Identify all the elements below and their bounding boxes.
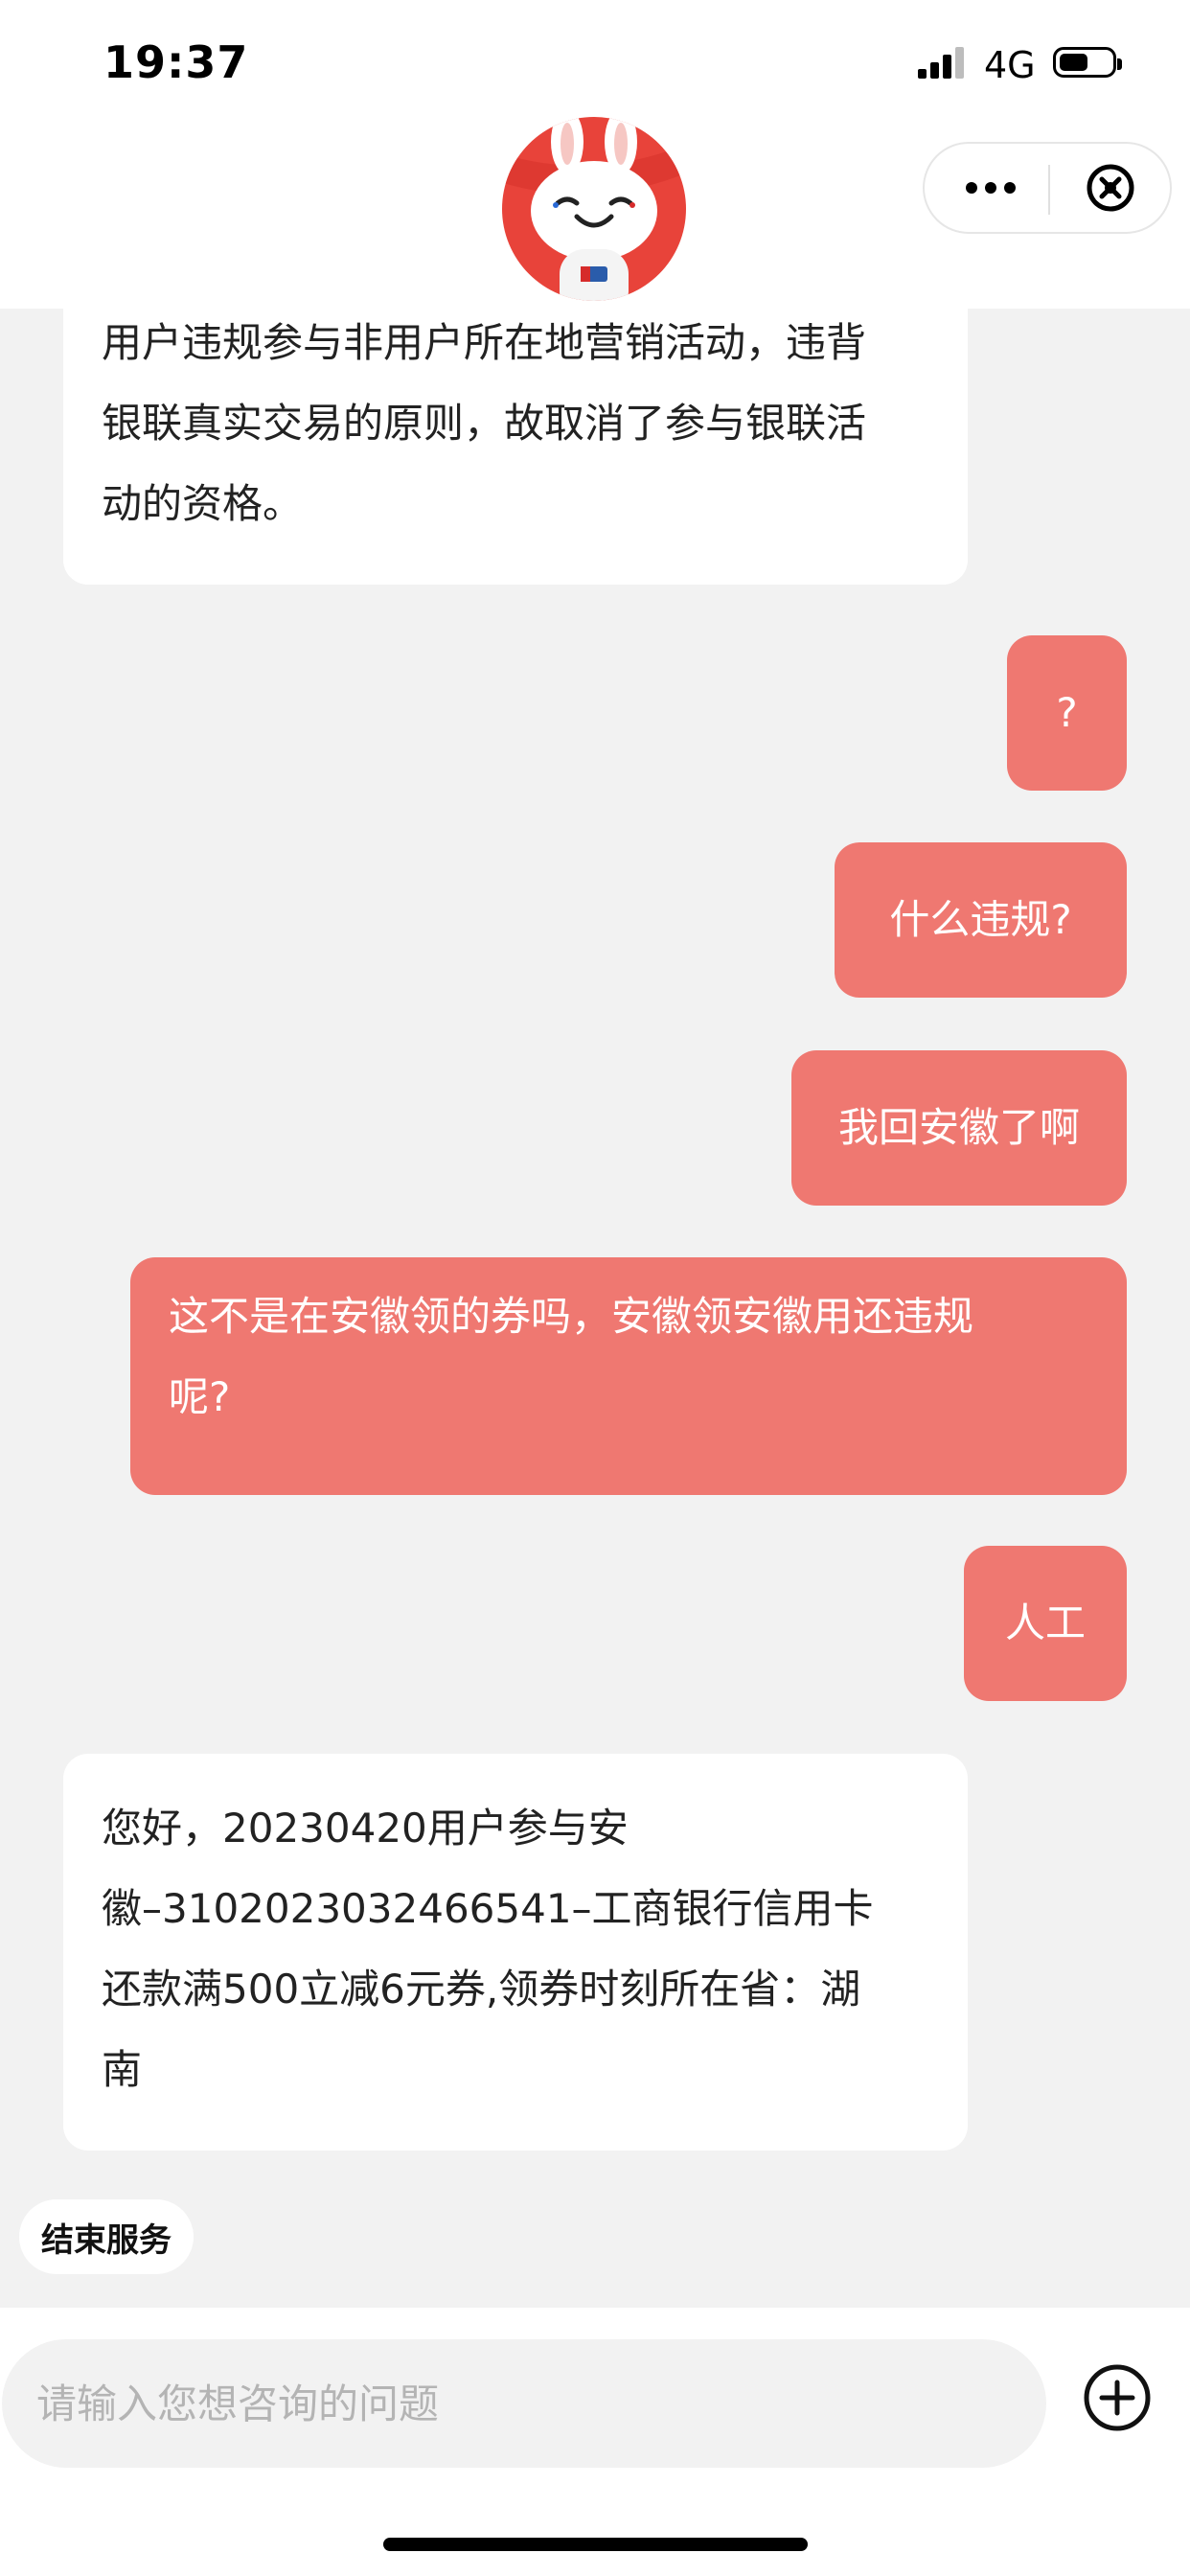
end-service-button[interactable]: 结束服务 <box>19 2199 194 2274</box>
input-bar <box>0 2308 1190 2576</box>
header-top <box>0 115 1190 309</box>
user-message: 人工 <box>964 1546 1127 1701</box>
plus-circle-icon[interactable] <box>1083 2363 1152 2432</box>
user-message: 这不是在安徽领的券吗，安徽领安徽用还违规 呢? <box>130 1257 1127 1495</box>
close-button[interactable] <box>1086 163 1135 213</box>
more-button[interactable] <box>953 144 1028 232</box>
message-text: ? <box>1056 689 1078 736</box>
bot-message: 您好，20230420用户参与安 徽–3102023032466541–工商银行… <box>63 1754 968 2150</box>
miniprogram-capsule <box>923 142 1172 234</box>
message-line: 银联真实交易的原则，故取消了参与银联活 <box>102 400 867 447</box>
message-line: 您好，20230420用户参与安 <box>102 1805 629 1852</box>
ellipsis-icon <box>966 182 977 194</box>
message-text: 人工 <box>1004 1599 1086 1646</box>
user-message: ? <box>1007 635 1127 791</box>
user-message: 我回安徽了啊 <box>791 1050 1127 1206</box>
network-type: 4G <box>984 44 1036 86</box>
message-line: 徽–3102023032466541–工商银行信用卡 <box>102 1885 874 1932</box>
home-indicator <box>383 2538 808 2551</box>
rabbit-mascot-icon <box>502 117 686 301</box>
battery-icon <box>1053 47 1122 78</box>
status-bar: 19:37 4G <box>0 0 1190 115</box>
message-line: 呢? <box>169 1373 231 1420</box>
status-time: 19:37 <box>103 36 249 88</box>
message-line: 还款满500立减6元券,领券时刻所在省：湖 <box>102 1966 861 2012</box>
message-text: 我回安徽了啊 <box>837 1104 1080 1151</box>
capsule-divider <box>1048 165 1050 215</box>
bot-message-visible: 用户违规参与非用户所在地营销活动，违背 银联真实交易的原则，故取消了参与银联活 … <box>63 309 968 585</box>
message-line: 南 <box>102 2046 143 2093</box>
message-line: 用户违规参与非用户所在地营销活动，违背 <box>102 319 867 366</box>
question-input[interactable] <box>2 2339 1046 2468</box>
message-line: 这不是在安徽领的券吗，安徽领安徽用还违规 <box>169 1293 974 1340</box>
message-text: 什么违规? <box>889 896 1072 943</box>
message-line: 动的资格。 <box>102 480 304 527</box>
user-message: 什么违规? <box>835 842 1127 998</box>
signal-icon <box>918 46 968 79</box>
